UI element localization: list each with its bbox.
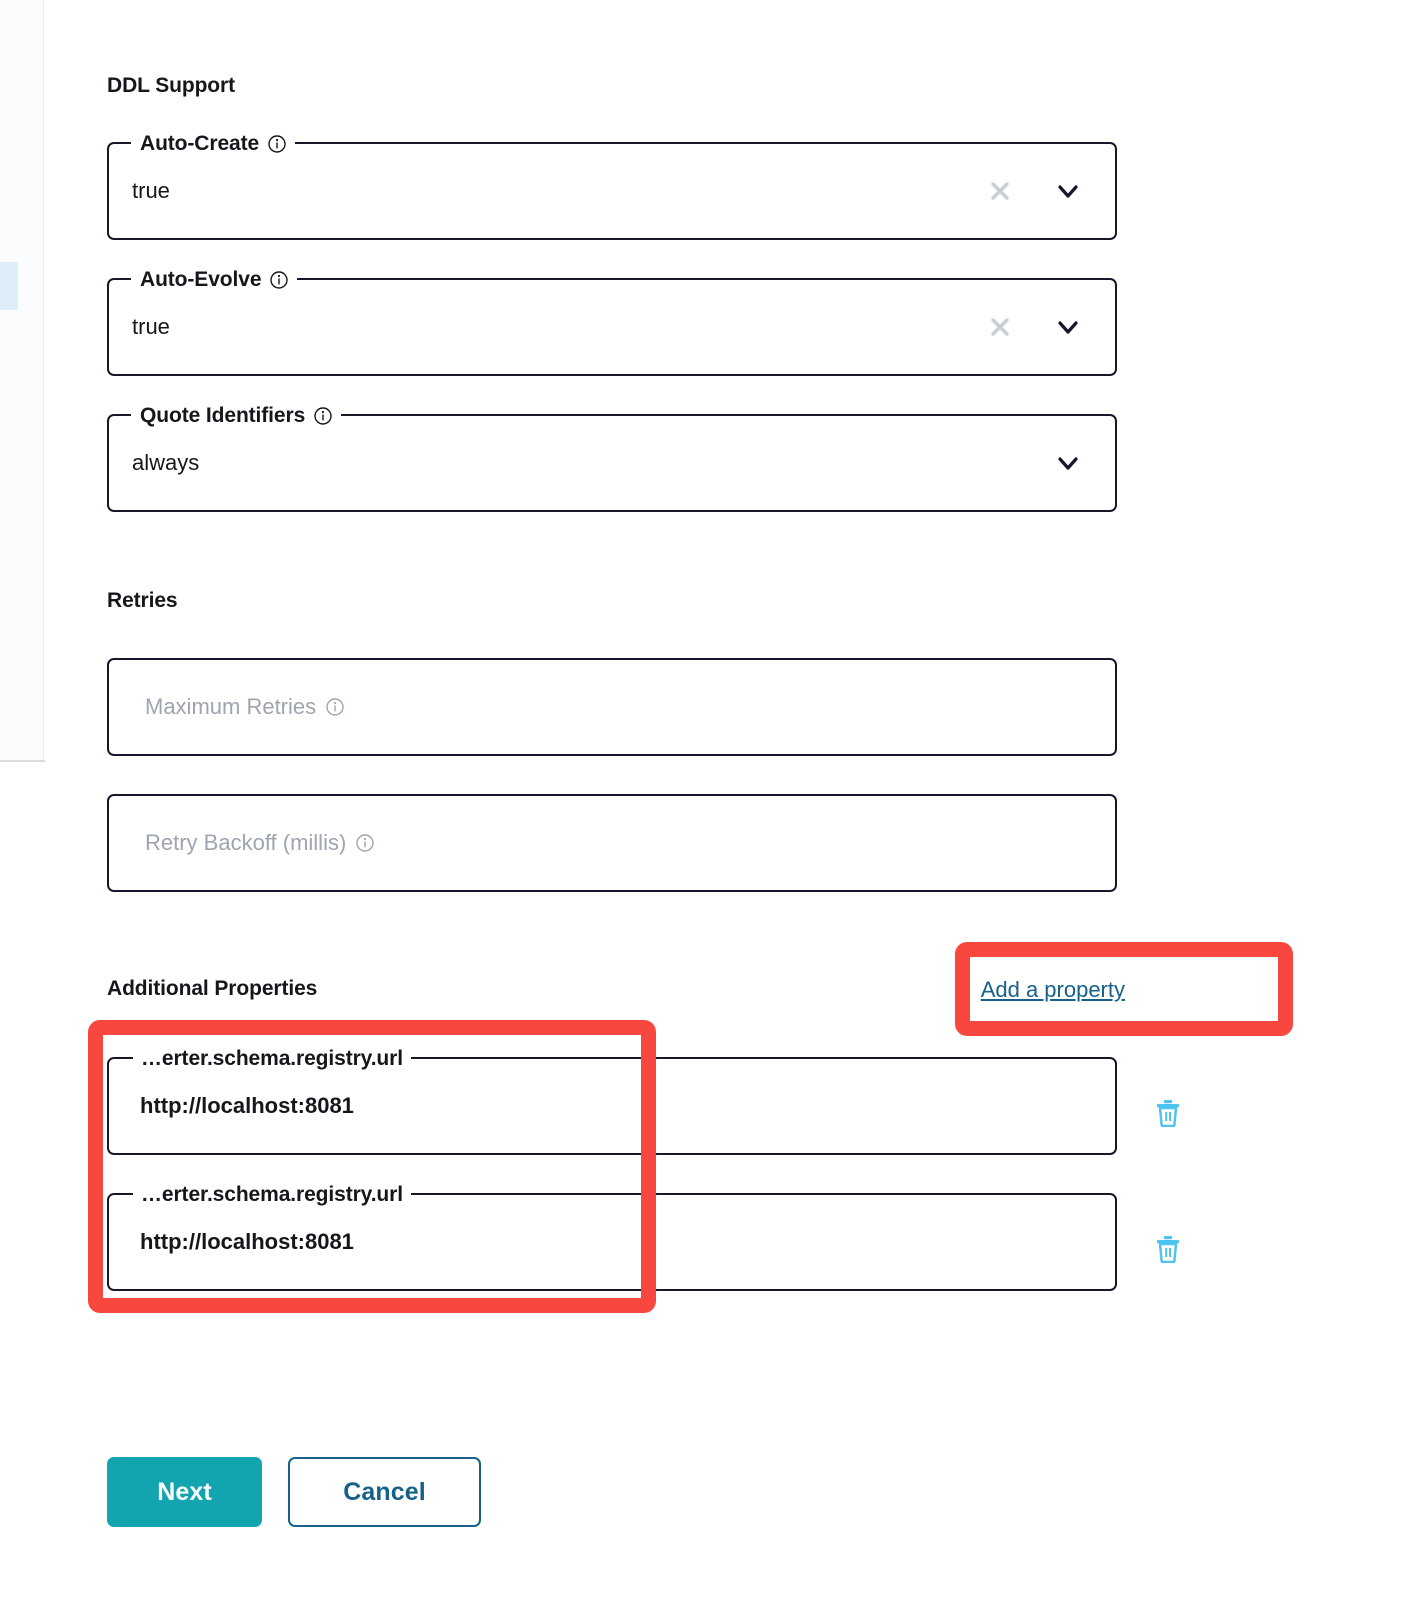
property-value-input[interactable]: …erter.schema.registry.url http://localh… <box>107 1183 1117 1291</box>
auto-evolve-label: Auto-Evolve <box>131 268 298 292</box>
clear-icon[interactable] <box>988 179 1012 203</box>
quote-identifiers-label: Quote Identifiers <box>131 404 342 428</box>
ddl-support-heading: DDL Support <box>107 74 235 97</box>
info-icon[interactable] <box>326 698 344 716</box>
auto-create-select[interactable]: Auto-Create true <box>107 132 1117 240</box>
maximum-retries-placeholder-text: Maximum Retries <box>145 694 317 719</box>
auto-evolve-select[interactable]: Auto-Evolve true <box>107 268 1117 376</box>
left-rail-active-indicator <box>0 262 18 310</box>
retry-backoff-placeholder-text: Retry Backoff (millis) <box>145 830 347 855</box>
auto-evolve-value: true <box>132 314 170 339</box>
clear-icon[interactable] <box>988 315 1012 339</box>
chevron-down-icon[interactable] <box>1055 314 1081 340</box>
quote-identifiers-select[interactable]: Quote Identifiers always <box>107 404 1117 512</box>
additional-property-row: …erter.schema.registry.url http://localh… <box>107 1047 1179 1169</box>
add-a-property-link[interactable]: Add a property <box>981 977 1125 1003</box>
quote-identifiers-value: always <box>132 450 200 475</box>
next-button[interactable]: Next <box>107 1457 262 1527</box>
info-icon[interactable] <box>314 407 332 425</box>
chevron-down-icon[interactable] <box>1055 178 1081 204</box>
property-value-text: http://localhost:8081 <box>140 1093 354 1118</box>
retry-backoff-placeholder: Retry Backoff (millis) <box>145 830 374 856</box>
info-icon[interactable] <box>270 271 289 289</box>
retry-backoff-input[interactable]: Retry Backoff (millis) <box>107 794 1117 892</box>
auto-create-label: Auto-Create <box>131 132 296 156</box>
info-icon[interactable] <box>356 834 374 852</box>
maximum-retries-input[interactable]: Maximum Retries <box>107 658 1117 756</box>
property-value-input[interactable]: …erter.schema.registry.url http://localh… <box>107 1047 1117 1155</box>
trash-icon[interactable] <box>1155 1099 1181 1127</box>
additional-property-row: …erter.schema.registry.url http://localh… <box>107 1183 1179 1305</box>
maximum-retries-placeholder: Maximum Retries <box>145 694 344 720</box>
connector-config-page: DDL Support Auto-Create true Auto-Evolve <box>0 0 1416 1616</box>
auto-evolve-label-text: Auto-Evolve <box>140 268 262 291</box>
property-value-text: http://localhost:8081 <box>140 1229 354 1254</box>
left-rail-divider <box>0 760 45 762</box>
additional-properties-heading: Additional Properties <box>107 977 318 1000</box>
additional-properties-header: Additional Properties Add a property <box>107 977 1125 1017</box>
auto-create-label-text: Auto-Create <box>140 132 260 155</box>
chevron-down-icon[interactable] <box>1055 450 1081 476</box>
form-actions: Next Cancel <box>107 1457 481 1527</box>
quote-identifiers-label-text: Quote Identifiers <box>140 404 306 427</box>
property-key-label: …erter.schema.registry.url <box>133 1183 411 1207</box>
retries-heading: Retries <box>107 589 178 612</box>
property-key-label: …erter.schema.registry.url <box>133 1047 411 1071</box>
trash-icon[interactable] <box>1155 1235 1181 1263</box>
left-rail <box>0 0 44 762</box>
auto-create-value: true <box>132 178 170 203</box>
info-icon[interactable] <box>268 135 286 153</box>
cancel-button[interactable]: Cancel <box>288 1457 481 1527</box>
